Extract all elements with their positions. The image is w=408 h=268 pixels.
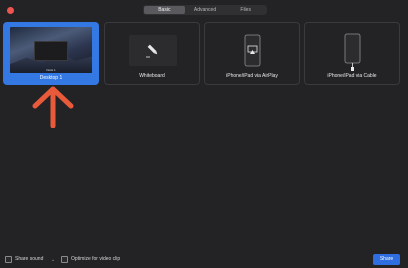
desktop-thumbnail: Desk 1 (10, 27, 92, 73)
whiteboard-preview (129, 35, 177, 66)
tab-bar: Basic Advanced Files (143, 5, 267, 15)
thumbnail-caption: Desk 1 (46, 68, 56, 72)
cable-iphone-icon (344, 33, 361, 71)
tile-whiteboard[interactable]: Whiteboard (104, 22, 200, 85)
tile-label: Desktop 1 (39, 75, 63, 81)
chevron-down-icon[interactable]: ⌄ (51, 257, 55, 263)
optimize-video-checkbox[interactable] (61, 256, 68, 263)
tile-iphone-airplay[interactable]: iPhone/iPad via AirPlay (204, 22, 300, 85)
tab-files[interactable]: Files (225, 6, 266, 14)
airplay-iphone-icon (244, 34, 261, 67)
thumbnail-window (34, 41, 68, 61)
tab-advanced[interactable]: Advanced (185, 6, 226, 14)
pen-icon (146, 44, 158, 58)
tile-label: iPhone/iPad via Cable (327, 73, 377, 79)
bottom-bar: Share sound ⌄ Optimize for video clip Sh… (0, 253, 408, 268)
tile-label: iPhone/iPad via AirPlay (226, 73, 278, 79)
optimize-video-label: Optimize for video clip (71, 256, 121, 262)
share-sound-label: Share sound (15, 256, 44, 262)
tile-iphone-cable[interactable]: iPhone/iPad via Cable (304, 22, 400, 85)
tile-desktop-1[interactable]: Desk 1 Desktop 1 (3, 22, 99, 85)
tab-basic[interactable]: Basic (144, 6, 185, 14)
share-sound-checkbox[interactable] (5, 256, 12, 263)
arrow-up-icon (32, 86, 74, 128)
tile-label: Whiteboard (139, 73, 165, 79)
share-button[interactable]: Share (373, 254, 400, 265)
share-screen-window: Basic Advanced Files Desk 1 Desktop 1 Wh… (0, 0, 408, 268)
close-window-button[interactable] (7, 7, 14, 14)
